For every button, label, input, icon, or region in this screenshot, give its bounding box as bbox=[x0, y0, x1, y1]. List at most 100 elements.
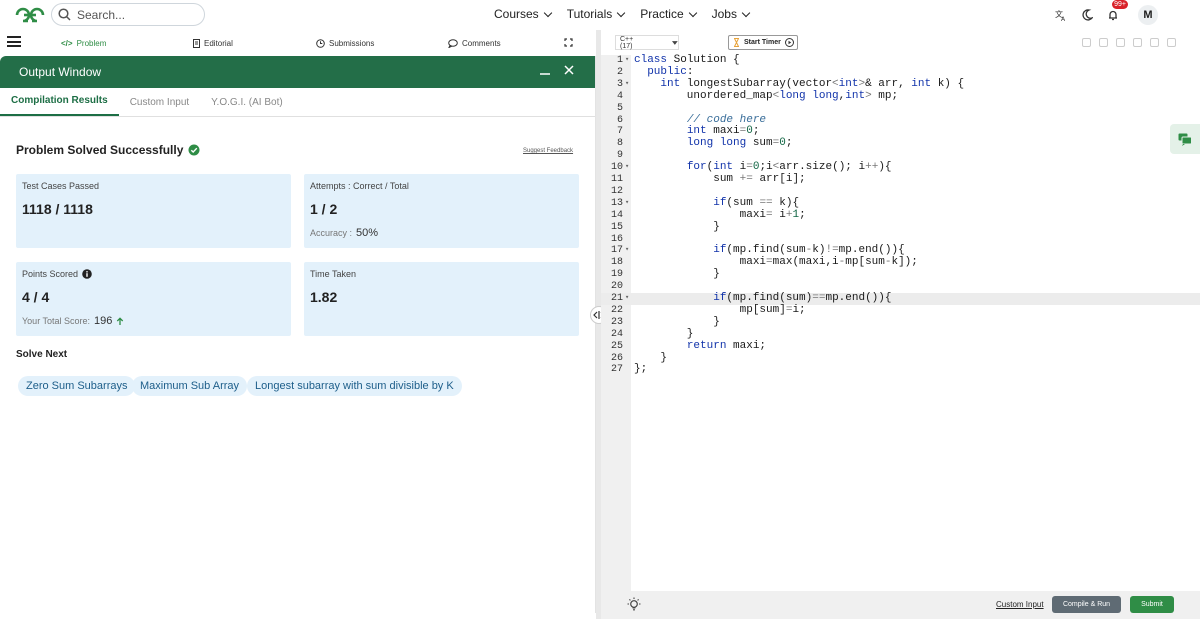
attempts-label: Attempts : Correct / Total bbox=[310, 181, 409, 191]
nav-tutorials[interactable]: Tutorials bbox=[567, 7, 626, 21]
points-value: 4 / 4 bbox=[22, 289, 50, 305]
copy-icon[interactable] bbox=[1099, 38, 1108, 47]
code-line[interactable]: 27}; bbox=[601, 363, 1200, 376]
code-text: }; bbox=[634, 363, 648, 376]
chat-icon[interactable] bbox=[1170, 124, 1200, 154]
code-text: unordered_map<long long,int> mp; bbox=[634, 89, 899, 102]
translate-icon[interactable]: 文A bbox=[1048, 3, 1074, 27]
output-window: Output Window Compilation Results Custom… bbox=[0, 56, 596, 613]
editor-toolbar: C++ (17) Start Timer bbox=[601, 30, 1200, 55]
compile-run-button[interactable]: Compile & Run bbox=[1052, 596, 1121, 613]
line-number: 2 bbox=[616, 66, 623, 78]
code-line[interactable]: 8 long long sum=0; bbox=[601, 137, 1200, 150]
code-text: } bbox=[634, 327, 694, 340]
suggest-feedback-link[interactable]: Suggest Feedback bbox=[523, 148, 573, 154]
fold-toggle-icon[interactable]: ▾ bbox=[625, 198, 629, 210]
code-line[interactable]: 2 public: bbox=[601, 66, 1200, 79]
code-line[interactable]: 26 } bbox=[601, 352, 1200, 365]
settings-icon[interactable] bbox=[1082, 38, 1091, 47]
gfg-logo-icon[interactable] bbox=[14, 5, 46, 25]
fold-toggle-icon[interactable]: ▾ bbox=[625, 293, 629, 305]
clock-icon bbox=[316, 39, 325, 48]
code-line[interactable]: 4 unordered_map<long long,int> mp; bbox=[601, 89, 1200, 103]
menu-icon[interactable] bbox=[7, 36, 21, 47]
tab-comments[interactable]: Comments bbox=[448, 39, 501, 48]
language-select[interactable]: C++ (17) bbox=[615, 35, 679, 50]
line-number: 21 bbox=[610, 293, 623, 304]
start-timer-label: Start Timer bbox=[744, 39, 781, 46]
info-icon[interactable] bbox=[82, 269, 92, 279]
output-window-title: Output Window bbox=[19, 65, 102, 79]
suggestion-maximum-sub-array[interactable]: Maximum Sub Array bbox=[132, 376, 248, 396]
suggestion-zero-sum-subarrays[interactable]: Zero Sum Subarrays bbox=[18, 376, 136, 396]
code-line[interactable]: 25 return maxi; bbox=[601, 340, 1200, 353]
line-number: 12 bbox=[610, 185, 623, 197]
custom-input-link[interactable]: Custom Input bbox=[996, 600, 1044, 609]
fold-toggle-icon[interactable]: ▾ bbox=[625, 245, 629, 257]
suggestion-longest-subarray-divisible-by-k[interactable]: Longest subarray with sum divisible by K bbox=[247, 376, 462, 396]
line-number: 11 bbox=[610, 174, 623, 185]
line-number: 10 bbox=[610, 162, 623, 174]
avatar[interactable]: M bbox=[1138, 5, 1158, 25]
nav-courses[interactable]: Courses bbox=[494, 7, 552, 21]
comment-icon bbox=[448, 39, 458, 48]
paste-icon[interactable] bbox=[1116, 38, 1125, 47]
nav-jobs[interactable]: Jobs bbox=[712, 7, 751, 21]
search-bar[interactable] bbox=[51, 3, 205, 26]
nav-practice[interactable]: Practice bbox=[640, 7, 697, 21]
code-line[interactable]: 14 maxi= i+1; bbox=[601, 209, 1200, 222]
close-icon[interactable] bbox=[563, 64, 575, 76]
fold-toggle-icon[interactable]: ▾ bbox=[625, 55, 629, 67]
code-text: long long sum=0; bbox=[686, 137, 793, 150]
expand-icon[interactable] bbox=[1167, 38, 1176, 47]
tab-problem[interactable]: </> Problem bbox=[61, 39, 106, 48]
minimize-icon[interactable] bbox=[539, 64, 551, 76]
lightbulb-icon[interactable] bbox=[627, 597, 641, 612]
hourglass-icon bbox=[734, 38, 739, 47]
notification-badge: 99+ bbox=[1112, 0, 1128, 9]
fullscreen-icon[interactable] bbox=[564, 38, 573, 47]
code-line[interactable]: 22 mp[sum]=i; bbox=[601, 304, 1200, 317]
solve-next-heading: Solve Next bbox=[16, 349, 68, 360]
code-line[interactable]: 12 bbox=[601, 186, 1200, 198]
code-line[interactable]: 15 } bbox=[601, 221, 1200, 234]
code-line[interactable]: 11 sum += arr[i]; bbox=[601, 173, 1200, 186]
line-number: 19 bbox=[610, 269, 623, 281]
time-taken-value: 1.82 bbox=[310, 289, 338, 305]
line-number: 16 bbox=[610, 233, 623, 245]
tab-custom-input[interactable]: Custom Input bbox=[119, 97, 200, 116]
chevron-down-icon bbox=[543, 8, 552, 17]
editor-bottom-bar: Custom Input Compile & Run Submit bbox=[601, 591, 1200, 619]
theme-icon[interactable] bbox=[1133, 38, 1142, 47]
time-taken-card: Time Taken 1.82 bbox=[304, 262, 579, 336]
line-number: 15 bbox=[610, 221, 623, 233]
notification-bell-icon[interactable]: 99+ bbox=[1100, 0, 1128, 27]
code-text: } bbox=[634, 315, 720, 328]
tab-compilation-results[interactable]: Compilation Results bbox=[0, 95, 119, 116]
line-number: 14 bbox=[610, 209, 623, 221]
reset-icon[interactable] bbox=[1150, 38, 1159, 47]
tab-problem-label: Problem bbox=[76, 39, 107, 48]
tab-submissions[interactable]: Submissions bbox=[316, 39, 374, 48]
tab-yogi-ai-bot[interactable]: Y.O.G.I. (AI Bot) bbox=[200, 97, 294, 116]
code-line[interactable]: 3 ▾ int longestSubarray(vector<int>& arr,… bbox=[601, 78, 1200, 91]
total-score-label: Your Total Score: bbox=[22, 316, 91, 326]
code-line[interactable]: 23 } bbox=[601, 315, 1200, 329]
line-number: 6 bbox=[616, 114, 623, 126]
fold-toggle-icon[interactable]: ▾ bbox=[625, 162, 629, 174]
line-number: 1 bbox=[616, 55, 623, 66]
code-line[interactable]: 13 ▾ if(sum == k){ bbox=[601, 197, 1200, 210]
solved-banner: Problem Solved Successfully bbox=[16, 143, 200, 157]
start-timer-button[interactable]: Start Timer bbox=[728, 35, 798, 50]
tab-editorial[interactable]: Editorial bbox=[193, 39, 233, 48]
document-icon bbox=[193, 39, 200, 48]
attempts-value: 1 / 2 bbox=[310, 201, 338, 217]
submit-button[interactable]: Submit bbox=[1130, 596, 1174, 613]
dark-mode-icon[interactable] bbox=[1074, 3, 1100, 27]
language-select-value: C++ (17) bbox=[620, 35, 634, 50]
line-number: 18 bbox=[610, 257, 623, 269]
code-line[interactable]: 19 } bbox=[601, 268, 1200, 281]
fold-toggle-icon[interactable]: ▾ bbox=[625, 79, 629, 91]
search-input[interactable] bbox=[77, 7, 197, 22]
code-editor[interactable]: 1 ▾ class Solution {2 public: 3 ▾ int longes… bbox=[601, 54, 1200, 591]
